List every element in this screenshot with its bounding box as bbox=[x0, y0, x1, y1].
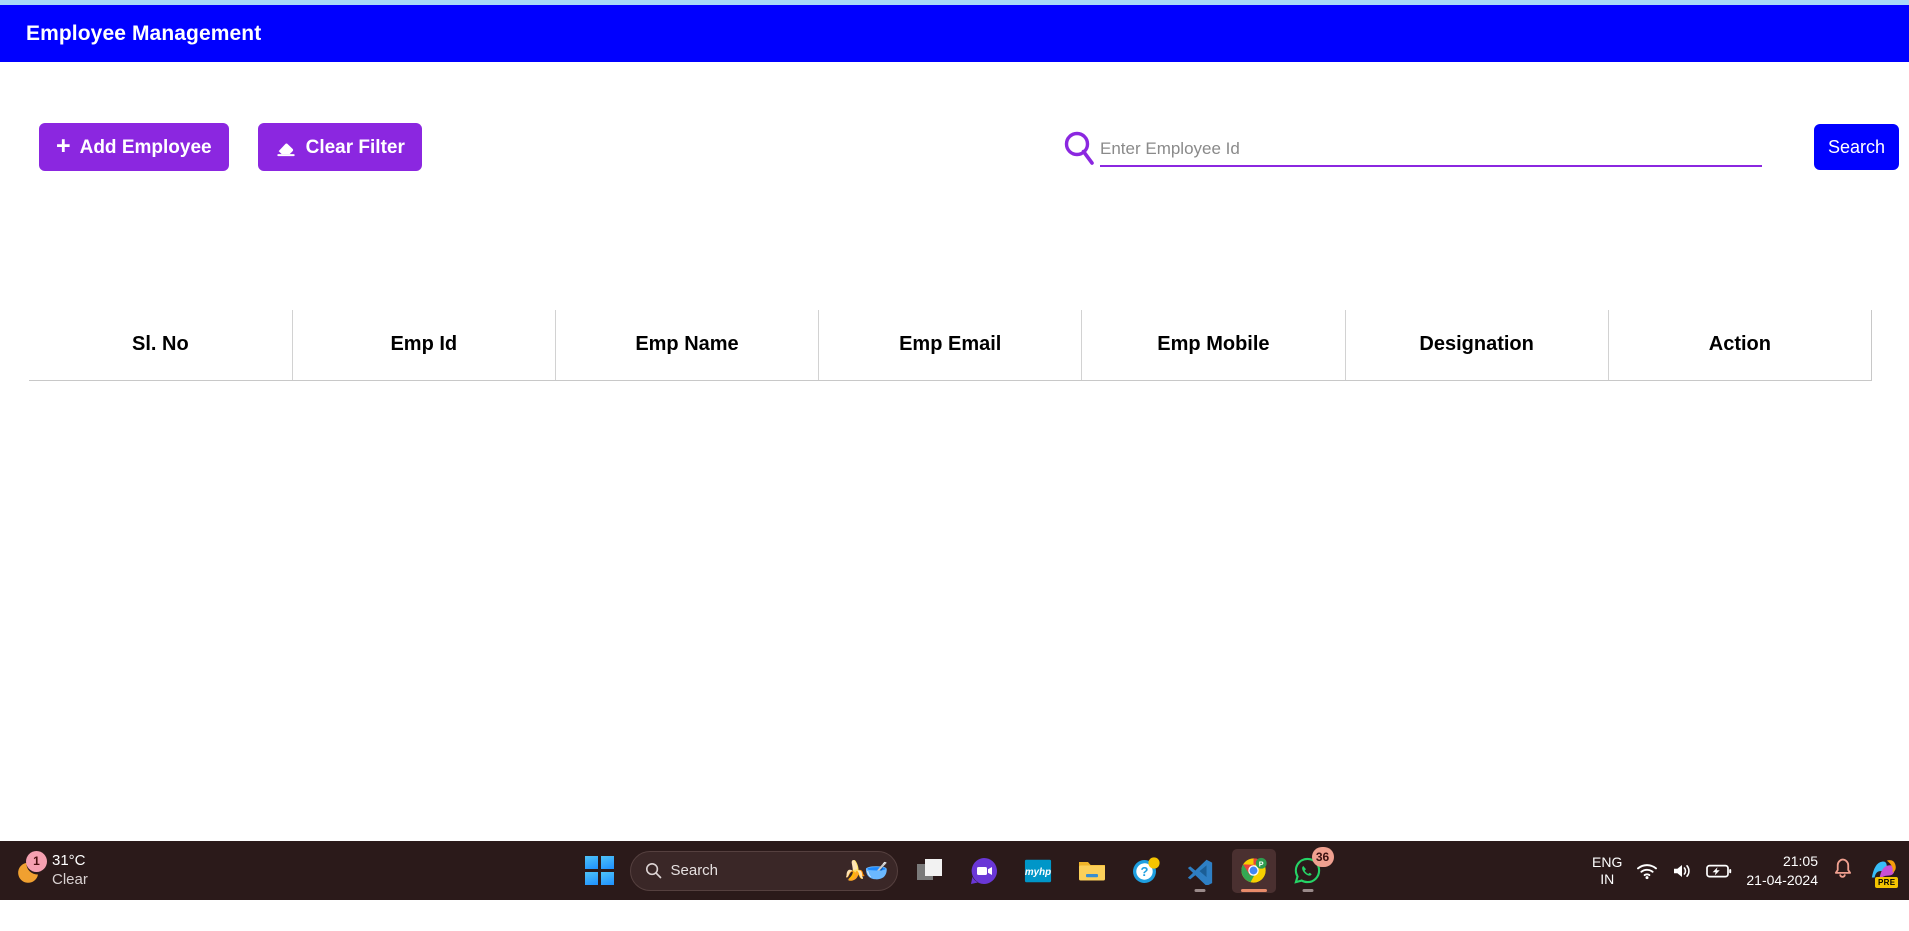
copilot-icon[interactable]: PRE bbox=[1867, 855, 1901, 888]
start-button[interactable] bbox=[580, 851, 620, 891]
speaker-icon[interactable] bbox=[1671, 862, 1693, 880]
search-button[interactable]: Search bbox=[1814, 124, 1899, 170]
eraser-icon bbox=[275, 138, 297, 157]
chat-video-icon bbox=[970, 857, 997, 884]
taskbar-center-group: Search 🍌🥣 myhp ? P 36 bbox=[580, 846, 1334, 893]
vscode-icon bbox=[1187, 859, 1212, 885]
weather-badge: 1 bbox=[26, 850, 47, 872]
clock-time: 21:05 bbox=[1782, 853, 1818, 870]
running-indicator bbox=[1302, 888, 1313, 892]
battery-charging-icon[interactable] bbox=[1706, 863, 1732, 879]
employee-table-container: Sl. No Emp Id Emp Name Emp Email Emp Mob… bbox=[29, 310, 1873, 381]
copilot-pre-badge: PRE bbox=[1875, 876, 1899, 888]
taskbar-app-chat[interactable] bbox=[962, 849, 1006, 893]
column-header-emp-id[interactable]: Emp Id bbox=[292, 310, 556, 381]
weather-temperature: 31°C bbox=[52, 851, 86, 869]
language-line-1: ENG bbox=[1592, 854, 1623, 871]
employee-table: Sl. No Emp Id Emp Name Emp Email Emp Mob… bbox=[29, 310, 1873, 381]
weather-text-block: 31°C Clear bbox=[52, 852, 88, 890]
svg-text:myhp: myhp bbox=[1024, 867, 1050, 878]
column-header-designation[interactable]: Designation bbox=[1345, 310, 1609, 381]
clear-filter-label: Clear Filter bbox=[305, 136, 405, 158]
add-employee-button[interactable]: + Add Employee bbox=[39, 123, 229, 171]
svg-text:P: P bbox=[1259, 860, 1264, 869]
weather-condition: Clear bbox=[52, 870, 88, 888]
taskbar-app-chrome[interactable]: P bbox=[1231, 848, 1276, 893]
app-header: Employee Management bbox=[0, 5, 1909, 62]
crescent-moon-icon: 1 bbox=[14, 850, 47, 887]
search-icon bbox=[645, 862, 661, 879]
windows-taskbar: 1 31°C Clear Search 🍌🥣 myhp ? P 36 ENG I… bbox=[0, 841, 1909, 900]
taskbar-app-vscode[interactable] bbox=[1178, 849, 1222, 893]
taskbar-weather-widget[interactable]: 1 31°C Clear bbox=[6, 848, 96, 894]
tray-status-icons[interactable] bbox=[1636, 862, 1732, 880]
svg-text:?: ? bbox=[1140, 864, 1148, 879]
taskbar-app-help[interactable]: ? bbox=[1124, 849, 1168, 893]
add-employee-label: Add Employee bbox=[79, 136, 212, 158]
help-question-icon: ? bbox=[1132, 856, 1160, 883]
language-indicator[interactable]: ENG IN bbox=[1592, 854, 1622, 886]
active-indicator bbox=[1240, 888, 1267, 892]
taskbar-app-myhp[interactable]: myhp bbox=[1016, 849, 1060, 893]
search-input-underline bbox=[1100, 139, 1762, 167]
system-tray: ENG IN 21:05 21-04-2024 PRE bbox=[1592, 852, 1901, 888]
clock-date: 21-04-2024 bbox=[1746, 871, 1818, 888]
column-header-emp-name[interactable]: Emp Name bbox=[555, 310, 820, 381]
taskbar-search-emoji: 🍌🥣 bbox=[843, 860, 888, 882]
column-header-sl-no[interactable]: Sl. No bbox=[29, 310, 293, 381]
page-title: Employee Management bbox=[26, 21, 262, 45]
employee-id-search-input[interactable] bbox=[1100, 139, 1762, 159]
taskbar-search-box[interactable]: Search 🍌🥣 bbox=[629, 850, 898, 891]
search-area: Search bbox=[1062, 117, 1909, 177]
wifi-icon[interactable] bbox=[1636, 862, 1658, 880]
notification-bell-icon[interactable] bbox=[1832, 857, 1853, 885]
taskbar-clock[interactable]: 21:05 21-04-2024 bbox=[1746, 852, 1818, 888]
plus-icon: + bbox=[56, 131, 71, 160]
language-line-2: IN bbox=[1600, 870, 1615, 887]
windows-logo-icon bbox=[585, 856, 614, 885]
chrome-icon: P bbox=[1241, 857, 1267, 883]
column-header-emp-email[interactable]: Emp Email bbox=[818, 310, 1083, 381]
running-indicator bbox=[1194, 888, 1205, 892]
taskbar-app-task-view[interactable] bbox=[908, 849, 952, 893]
taskbar-app-file-explorer[interactable] bbox=[1070, 849, 1114, 893]
column-header-emp-mobile[interactable]: Emp Mobile bbox=[1081, 310, 1346, 381]
column-header-action[interactable]: Action bbox=[1608, 310, 1873, 381]
clear-filter-button[interactable]: Clear Filter bbox=[257, 123, 422, 171]
whatsapp-badge: 36 bbox=[1311, 846, 1334, 867]
taskbar-search-label: Search bbox=[670, 862, 719, 879]
taskbar-app-whatsapp[interactable]: 36 bbox=[1286, 846, 1334, 893]
myhp-icon: myhp bbox=[1024, 859, 1051, 882]
magnifier-icon bbox=[1062, 129, 1096, 169]
main-content: + Add Employee Clear Filter Enter Employ… bbox=[0, 62, 1909, 900]
employee-table-head: Sl. No Emp Id Emp Name Emp Email Emp Mob… bbox=[29, 310, 1873, 381]
folder-icon bbox=[1078, 861, 1105, 880]
toolbar-button-group: + Add Employee Clear Filter bbox=[39, 123, 422, 171]
task-view-icon bbox=[916, 858, 942, 880]
search-field-wrapper bbox=[1062, 127, 1762, 167]
table-header-row: Sl. No Emp Id Emp Name Emp Email Emp Mob… bbox=[29, 310, 1873, 381]
